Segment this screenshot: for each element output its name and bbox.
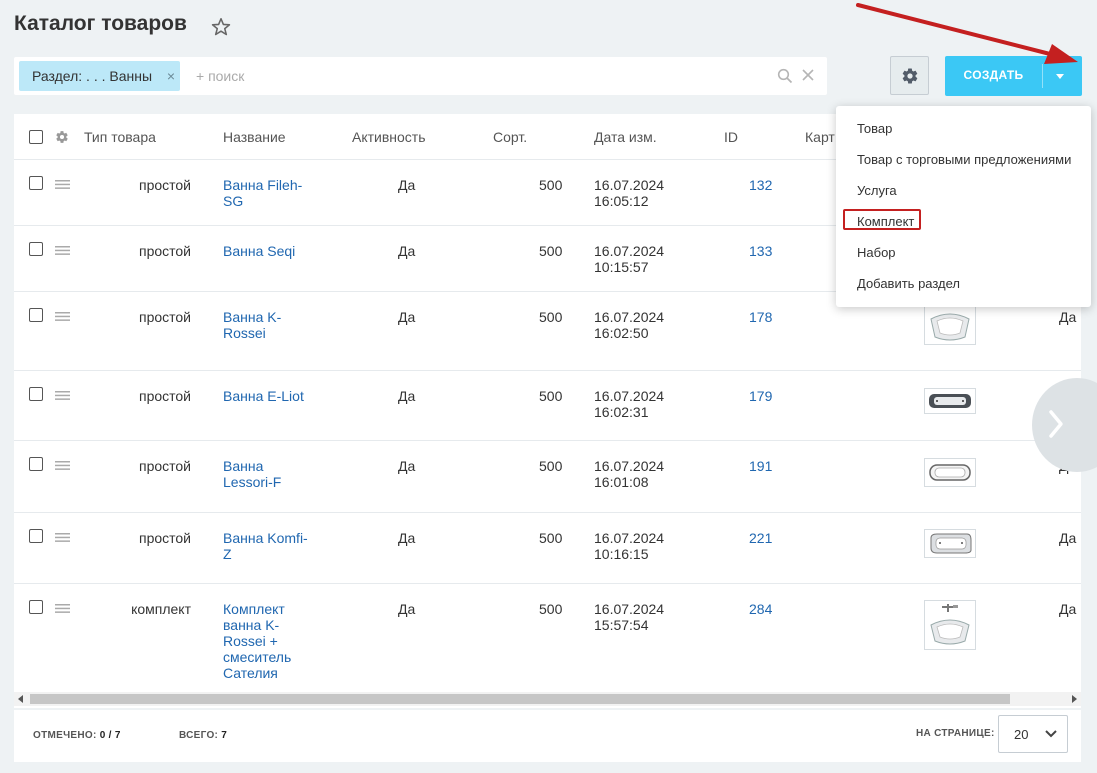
row-checkbox[interactable] [29, 387, 43, 401]
row-sort: 500 [539, 177, 563, 193]
row-name-link[interactable]: Комплект ванна K-Rossei + смеситель Сате… [223, 601, 315, 681]
row-name-link[interactable]: Ванна Fileh-SG [223, 177, 315, 209]
column-type[interactable]: Тип товара [84, 129, 156, 145]
row-sort: 500 [539, 243, 563, 259]
row-checkbox[interactable] [29, 529, 43, 543]
row-active-2: Да [1059, 601, 1077, 617]
grid-footer: ОТМЕЧЕНО: 0 / 7 ВСЕГО: 7 НА СТРАНИЦЕ: 20 [14, 710, 1081, 762]
row-name-link[interactable]: Ванна K-Rossei [223, 309, 315, 341]
row-id-link[interactable]: 221 [749, 530, 772, 546]
row-type: простой [138, 243, 191, 259]
row-active: Да [398, 243, 416, 259]
drag-handle-icon[interactable] [55, 533, 70, 542]
row-date: 16.07.2024 16:02:31 [594, 388, 665, 420]
chevron-down-icon [1045, 730, 1057, 738]
row-sort: 500 [539, 388, 563, 404]
create-dropdown-menu: Товар Товар с торговыми предложениями Ус… [836, 106, 1091, 307]
drag-handle-icon[interactable] [55, 461, 70, 470]
row-name-link[interactable]: Ванна E-Liot [223, 388, 315, 404]
row-id-link[interactable]: 179 [749, 388, 772, 404]
row-type: комплект [131, 601, 191, 617]
drag-handle-icon[interactable] [55, 604, 70, 613]
row-type: простой [138, 388, 191, 404]
row-sort: 500 [539, 458, 563, 474]
scroll-thumb[interactable] [30, 694, 1010, 704]
row-date: 16.07.2024 10:15:57 [594, 243, 665, 275]
select-all-checkbox[interactable] [29, 130, 43, 144]
scroll-right-icon[interactable] [1072, 695, 1077, 703]
row-date: 16.07.2024 15:57:54 [594, 601, 665, 633]
product-thumbnail[interactable] [924, 458, 976, 487]
row-sort: 500 [539, 309, 563, 325]
row-type: простой [138, 530, 191, 546]
chevron-right-icon [1049, 410, 1063, 438]
row-date: 16.07.2024 16:02:50 [594, 309, 665, 341]
per-page-select[interactable]: 20 [998, 715, 1068, 753]
row-name-link[interactable]: Ванна Seqi [223, 243, 315, 259]
row-active: Да [398, 601, 416, 617]
per-page-value: 20 [1014, 727, 1029, 742]
scroll-left-icon[interactable] [18, 695, 23, 703]
row-active: Да [398, 177, 416, 193]
menu-item-product-offers[interactable]: Товар с торговыми предложениями [857, 152, 1071, 167]
drag-handle-icon[interactable] [55, 312, 70, 321]
row-id-link[interactable]: 284 [749, 601, 772, 617]
column-name[interactable]: Название [223, 129, 286, 145]
row-sort: 500 [539, 530, 563, 546]
table-row[interactable]: простой Ванна E-Liot Да 500 16.07.2024 16… [14, 371, 1081, 441]
horizontal-scrollbar[interactable] [14, 692, 1081, 706]
drag-handle-icon[interactable] [55, 180, 70, 189]
column-active[interactable]: Активность [352, 129, 426, 145]
column-sort[interactable]: Сорт. [493, 129, 527, 145]
annotation-arrow [856, 3, 1078, 64]
column-date[interactable]: Дата изм. [594, 129, 657, 145]
table-row[interactable]: комплект Комплект ванна K-Rossei + смеси… [14, 584, 1081, 694]
row-active: Да [398, 388, 416, 404]
row-type: простой [138, 177, 191, 193]
selected-count: ОТМЕЧЕНО: 0 / 7 [33, 730, 121, 741]
menu-item-bundle[interactable]: Комплект [857, 214, 914, 229]
row-date: 16.07.2024 16:01:08 [594, 458, 665, 490]
row-active: Да [398, 458, 416, 474]
table-row[interactable]: простой Ванна Komfi-Z Да 500 16.07.2024 1… [14, 513, 1081, 584]
per-page-label: НА СТРАНИЦЕ: [916, 728, 995, 739]
row-name-link[interactable]: Ванна Lessori-F [223, 458, 315, 490]
row-checkbox[interactable] [29, 600, 43, 614]
total-count: ВСЕГО: 7 [179, 730, 228, 741]
row-id-link[interactable]: 191 [749, 458, 772, 474]
row-active: Да [398, 309, 416, 325]
row-date: 16.07.2024 10:16:15 [594, 530, 665, 562]
row-sort: 500 [539, 601, 563, 617]
column-picture[interactable]: Карт [805, 129, 835, 145]
row-id-link[interactable]: 132 [749, 177, 772, 193]
product-thumbnail[interactable] [924, 388, 976, 414]
row-type: простой [138, 458, 191, 474]
menu-item-set[interactable]: Набор [857, 245, 896, 260]
menu-item-service[interactable]: Услуга [857, 183, 897, 198]
menu-item-add-section[interactable]: Добавить раздел [857, 276, 960, 291]
row-id-link[interactable]: 133 [749, 243, 772, 259]
row-date: 16.07.2024 16:05:12 [594, 177, 665, 209]
table-row[interactable]: простой Ванна Lessori-F Да 500 16.07.202… [14, 441, 1081, 513]
gear-icon[interactable] [55, 130, 69, 144]
menu-item-product[interactable]: Товар [857, 121, 892, 136]
row-type: простой [138, 309, 191, 325]
row-active-2: Да [1059, 309, 1077, 325]
row-active: Да [398, 530, 416, 546]
row-active-2: Да [1059, 530, 1077, 546]
column-id[interactable]: ID [724, 129, 738, 145]
row-checkbox[interactable] [29, 457, 43, 471]
row-checkbox[interactable] [29, 242, 43, 256]
row-name-link[interactable]: Ванна Komfi-Z [223, 530, 315, 562]
product-thumbnail[interactable] [924, 600, 976, 650]
drag-handle-icon[interactable] [55, 246, 70, 255]
drag-handle-icon[interactable] [55, 391, 70, 400]
product-thumbnail[interactable] [924, 529, 976, 558]
product-thumbnail[interactable] [924, 306, 976, 345]
row-checkbox[interactable] [29, 308, 43, 322]
row-id-link[interactable]: 178 [749, 309, 772, 325]
row-checkbox[interactable] [29, 176, 43, 190]
